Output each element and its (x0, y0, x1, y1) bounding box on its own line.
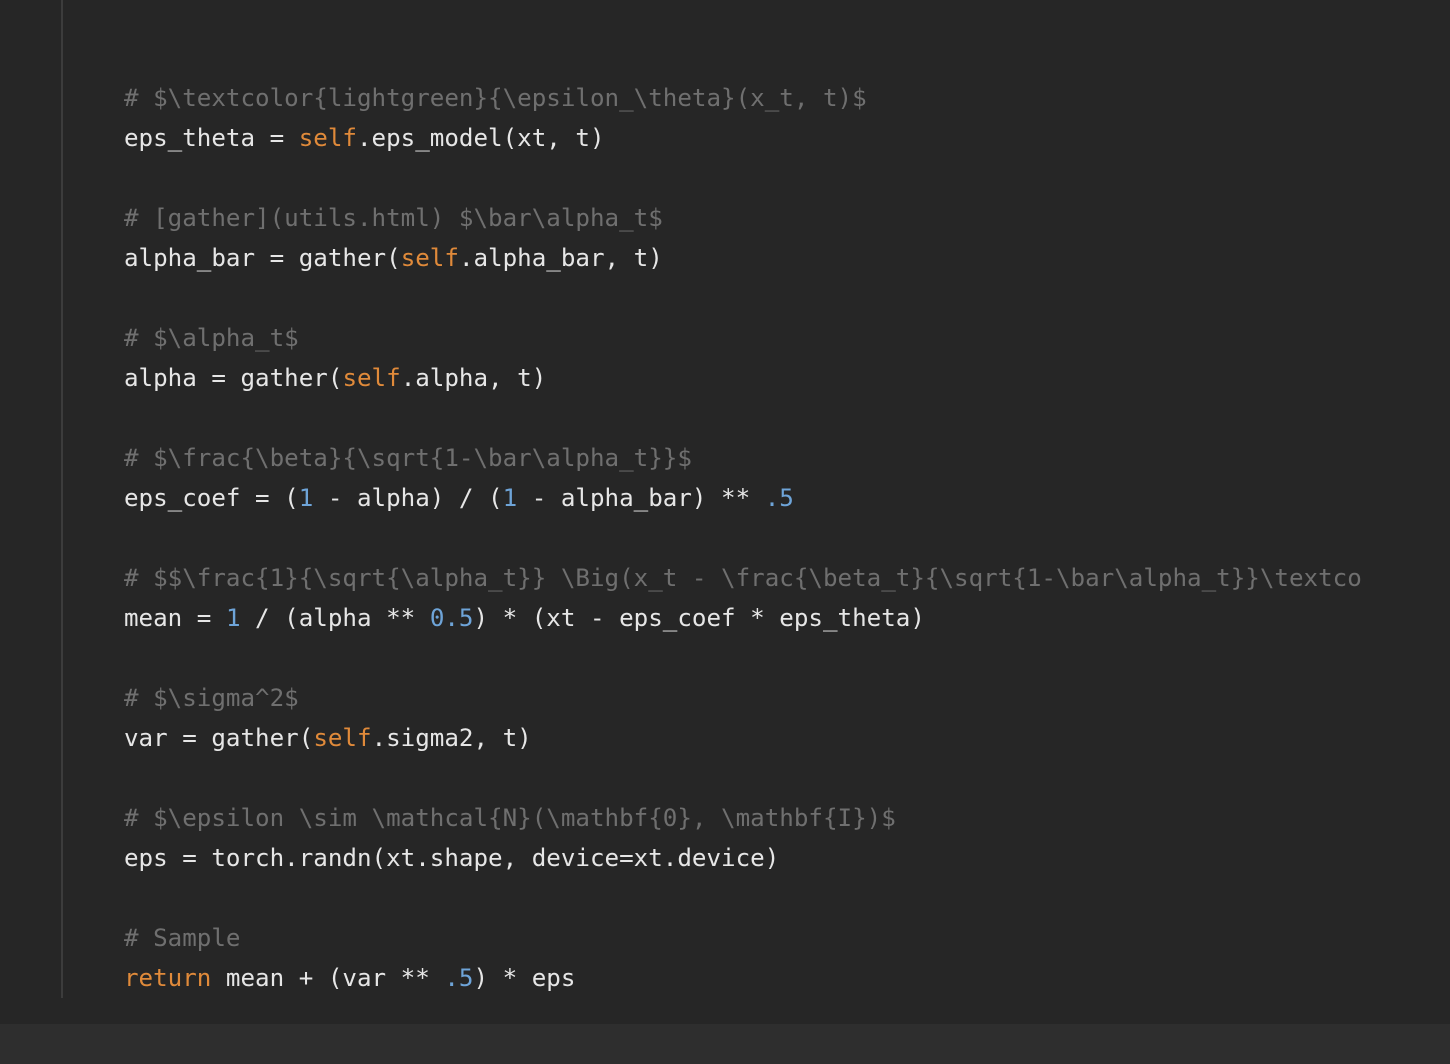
comment: # $\epsilon \sim \mathcal{N}(\mathbf{0},… (124, 804, 896, 832)
self-keyword: self (400, 244, 459, 272)
code-line-comment: # [gather](utils.html) $\bar\alpha_t$ (124, 198, 1362, 238)
code-token: .alpha, t) (400, 364, 547, 392)
code-line: eps = torch.randn(xt.shape, device=xt.de… (124, 838, 1362, 878)
code-line: var = gather(self.sigma2, t) (124, 718, 1362, 758)
number-literal: 1 (225, 604, 241, 632)
number-literal: .5 (444, 964, 474, 992)
code-line-comment: # $\textcolor{lightgreen}{\epsilon_\thet… (124, 78, 1362, 118)
self-keyword: self (313, 724, 372, 752)
code-token: eps_coef = ( (124, 484, 299, 512)
comment: # $\alpha_t$ (124, 324, 299, 352)
number-literal: 1 (298, 484, 314, 512)
comment: # $$\frac{1}{\sqrt{\alpha_t}} \Big(x_t -… (124, 564, 1362, 592)
code-token: var = gather( (124, 724, 314, 752)
code-line: return mean + (var ** .5) * eps (124, 958, 1362, 998)
code-token: ) * (xt - eps_coef * eps_theta) (473, 604, 925, 632)
comment: # $\frac{\beta}{\sqrt{1-\bar\alpha_t}}$ (124, 444, 692, 472)
code-line-comment: # $$\frac{1}{\sqrt{\alpha_t}} \Big(x_t -… (124, 558, 1362, 598)
return-keyword: return (124, 964, 212, 992)
code-token: / (alpha ** (240, 604, 430, 632)
code-token: .alpha_bar, t) (458, 244, 663, 272)
code-token: eps_theta = (124, 124, 299, 152)
code-token: - alpha_bar) ** (517, 484, 765, 512)
code-token: alpha = gather( (124, 364, 343, 392)
indent-guide (61, 0, 63, 998)
code-token: - alpha) / ( (313, 484, 503, 512)
code-token: .eps_model(xt, t) (357, 124, 605, 152)
comment: # Sample (124, 924, 241, 952)
code-line: alpha = gather(self.alpha, t) (124, 358, 1362, 398)
code-line-comment: # $\epsilon \sim \mathcal{N}(\mathbf{0},… (124, 798, 1362, 838)
comment: # [gather](utils.html) $\bar\alpha_t$ (124, 204, 663, 232)
code-line: alpha_bar = gather(self.alpha_bar, t) (124, 238, 1362, 278)
number-literal: 1 (502, 484, 518, 512)
comment: # $\sigma^2$ (124, 684, 299, 712)
code-block[interactable]: # $\textcolor{lightgreen}{\epsilon_\thet… (124, 78, 1362, 998)
code-token: ) * eps (473, 964, 576, 992)
number-literal: 0.5 (429, 604, 474, 632)
self-keyword: self (298, 124, 357, 152)
code-editor[interactable]: # $\textcolor{lightgreen}{\epsilon_\thet… (0, 0, 1450, 1024)
code-line-comment: # $\alpha_t$ (124, 318, 1362, 358)
bottom-bar (0, 1024, 1450, 1064)
code-token: alpha_bar = gather( (124, 244, 401, 272)
code-line: eps_coef = (1 - alpha) / (1 - alpha_bar)… (124, 478, 1362, 518)
code-line: eps_theta = self.eps_model(xt, t) (124, 118, 1362, 158)
number-literal: .5 (764, 484, 794, 512)
comment: # $\textcolor{lightgreen}{\epsilon_\thet… (124, 84, 867, 112)
code-line: mean = 1 / (alpha ** 0.5) * (xt - eps_co… (124, 598, 1362, 638)
code-line-comment: # $\frac{\beta}{\sqrt{1-\bar\alpha_t}}$ (124, 438, 1362, 478)
self-keyword: self (342, 364, 401, 392)
code-line-comment: # $\sigma^2$ (124, 678, 1362, 718)
code-token: eps = torch.randn(xt.shape, device=xt.de… (124, 844, 780, 872)
code-line-comment: # Sample (124, 918, 1362, 958)
code-token: .sigma2, t) (371, 724, 532, 752)
code-token: mean = (124, 604, 226, 632)
code-token: mean + (var ** (211, 964, 445, 992)
